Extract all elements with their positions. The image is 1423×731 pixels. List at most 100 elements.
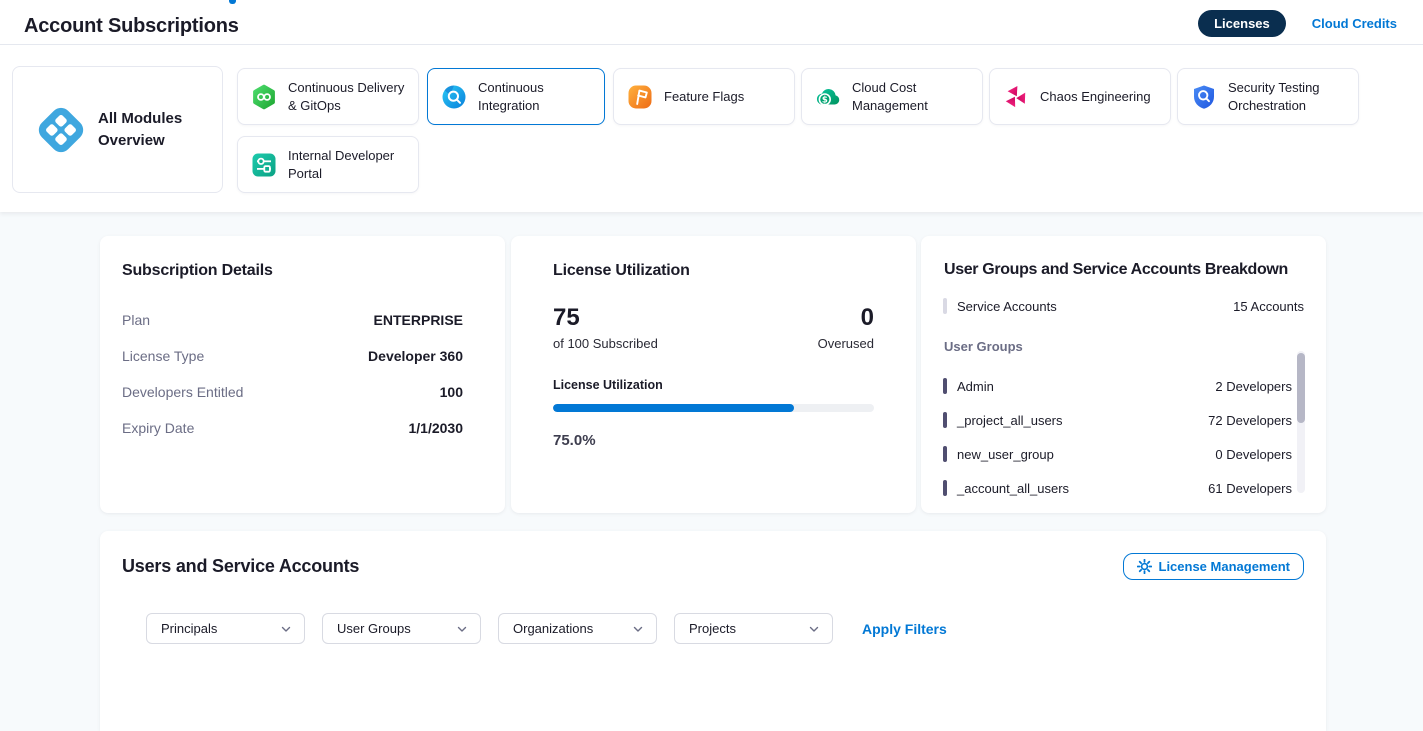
user-group-value: 72 Developers [1208, 413, 1292, 428]
used-count: 75 [553, 304, 658, 332]
cloud-credits-tab[interactable]: Cloud Credits [1312, 16, 1397, 31]
all-modules-overview-card[interactable]: All Modules Overview [12, 66, 223, 193]
apply-filters-link[interactable]: Apply Filters [862, 621, 947, 637]
module-card-internal-developer-portal[interactable]: Internal Developer Portal [237, 136, 419, 193]
user-group-marker [943, 480, 947, 496]
utilization-bar-label: License Utilization [511, 378, 916, 392]
projects-filter[interactable]: Projects [674, 613, 833, 644]
cloud-cost-management-icon: $ [814, 83, 842, 111]
user-group-row: Admin 2 Developers [921, 369, 1326, 403]
user-group-name: Admin [957, 379, 994, 394]
user-groups-filter[interactable]: User Groups [322, 613, 481, 644]
service-accounts-row: Service Accounts 15 Accounts [921, 298, 1326, 314]
user-group-value: 0 Developers [1215, 447, 1292, 462]
user-group-marker [943, 446, 947, 462]
subscription-details-rows: Plan ENTERPRISE License Type Developer 3… [100, 302, 505, 446]
user-group-marker [943, 412, 947, 428]
chevron-down-icon [808, 623, 820, 635]
module-card-continuous-integration[interactable]: Continuous Integration [427, 68, 605, 125]
filter-label: Projects [689, 621, 736, 636]
detail-value: 100 [440, 384, 463, 400]
module-card-label: Cloud Cost Management [852, 79, 982, 114]
overused-count: 0 [818, 304, 874, 332]
module-card-label: Continuous Integration [478, 79, 604, 114]
overused-block: 0 Overused [818, 304, 874, 351]
all-modules-icon [35, 104, 87, 156]
detail-row-expiry-date: Expiry Date 1/1/2030 [100, 410, 505, 446]
detail-row-license-type: License Type Developer 360 [100, 338, 505, 374]
filter-label: Principals [161, 621, 217, 636]
subscription-details-title: Subscription Details [100, 236, 505, 280]
principals-filter[interactable]: Principals [146, 613, 305, 644]
license-management-label: License Management [1159, 559, 1291, 574]
users-and-service-accounts-card: Users and Service Accounts License Manag… [100, 531, 1326, 731]
utilization-numbers: 75 of 100 Subscribed 0 Overused [511, 304, 916, 351]
subscription-details-panel: Subscription Details Plan ENTERPRISE Lic… [100, 236, 505, 513]
license-utilization-panel: License Utilization 75 of 100 Subscribed… [511, 236, 916, 513]
user-group-value: 2 Developers [1215, 379, 1292, 394]
module-card-label: Feature Flags [664, 88, 750, 106]
breakdown-scrollbar-thumb[interactable] [1297, 353, 1305, 423]
user-group-row: _account_all_users 61 Developers [921, 471, 1326, 505]
security-testing-icon [1190, 83, 1218, 111]
organizations-filter[interactable]: Organizations [498, 613, 657, 644]
svg-text:$: $ [822, 95, 828, 105]
filter-row: Principals User Groups Organizations Pro… [100, 613, 1326, 644]
detail-label: Plan [122, 312, 150, 328]
module-card-cloud-cost-management[interactable]: $ Cloud Cost Management [801, 68, 983, 125]
service-accounts-marker [943, 298, 947, 314]
internal-developer-portal-icon [250, 151, 278, 179]
user-group-value: 61 Developers [1208, 481, 1292, 496]
module-strip: All Modules Overview Continuous Delivery… [0, 45, 1423, 212]
user-group-name: _project_all_users [957, 413, 1063, 428]
users-section-header: Users and Service Accounts License Manag… [100, 531, 1326, 580]
utilization-percent: 75.0% [511, 432, 916, 449]
license-management-button[interactable]: License Management [1123, 553, 1305, 580]
chevron-down-icon [632, 623, 644, 635]
page-header: Account Subscriptions Licenses Cloud Cre… [0, 0, 1423, 45]
feature-flags-icon [626, 83, 654, 111]
used-block: 75 of 100 Subscribed [553, 304, 658, 351]
detail-row-developers-entitled: Developers Entitled 100 [100, 374, 505, 410]
service-accounts-label: Service Accounts [957, 299, 1057, 314]
chaos-engineering-icon [1002, 83, 1030, 111]
user-group-name: _account_all_users [957, 481, 1069, 496]
user-groups-label: User Groups [921, 339, 1326, 354]
header-tabs: Licenses Cloud Credits [1198, 8, 1397, 37]
filter-label: User Groups [337, 621, 411, 636]
cut-off-breadcrumb-icon [229, 0, 236, 4]
user-group-name: new_user_group [957, 447, 1054, 462]
breakdown-scrollbar[interactable] [1297, 351, 1305, 493]
user-group-marker [943, 378, 947, 394]
module-card-label: Internal Developer Portal [288, 147, 418, 182]
overused-caption: Overused [818, 336, 874, 351]
module-card-feature-flags[interactable]: Feature Flags [613, 68, 795, 125]
module-card-label: Security Testing Orchestration [1228, 79, 1358, 114]
chevron-down-icon [280, 623, 292, 635]
module-card-continuous-delivery[interactable]: Continuous Delivery & GitOps [237, 68, 419, 125]
detail-label: Expiry Date [122, 420, 194, 436]
service-accounts-value: 15 Accounts [1233, 299, 1304, 314]
utilization-bar-track [553, 404, 874, 412]
filter-label: Organizations [513, 621, 593, 636]
license-utilization-title: License Utilization [511, 236, 916, 280]
detail-value: Developer 360 [368, 348, 463, 364]
user-group-row: _project_all_users 72 Developers [921, 403, 1326, 437]
detail-label: License Type [122, 348, 204, 364]
module-card-label: Chaos Engineering [1040, 88, 1157, 106]
page-title: Account Subscriptions [24, 7, 239, 38]
licenses-tab[interactable]: Licenses [1198, 10, 1286, 37]
module-card-chaos-engineering[interactable]: Chaos Engineering [989, 68, 1171, 125]
continuous-integration-icon [440, 83, 468, 111]
user-group-row: new_user_group 0 Developers [921, 437, 1326, 471]
detail-value: 1/1/2030 [409, 420, 464, 436]
detail-value: ENTERPRISE [374, 312, 463, 328]
breakdown-panel: User Groups and Service Accounts Breakdo… [921, 236, 1326, 513]
module-card-security-testing[interactable]: Security Testing Orchestration [1177, 68, 1359, 125]
user-groups-list: Admin 2 Developers _project_all_users 72… [921, 369, 1326, 505]
module-card-label: Continuous Delivery & GitOps [288, 79, 418, 114]
chevron-down-icon [456, 623, 468, 635]
continuous-delivery-icon [250, 83, 278, 111]
utilization-bar-fill [553, 404, 794, 412]
gear-icon [1137, 559, 1152, 574]
